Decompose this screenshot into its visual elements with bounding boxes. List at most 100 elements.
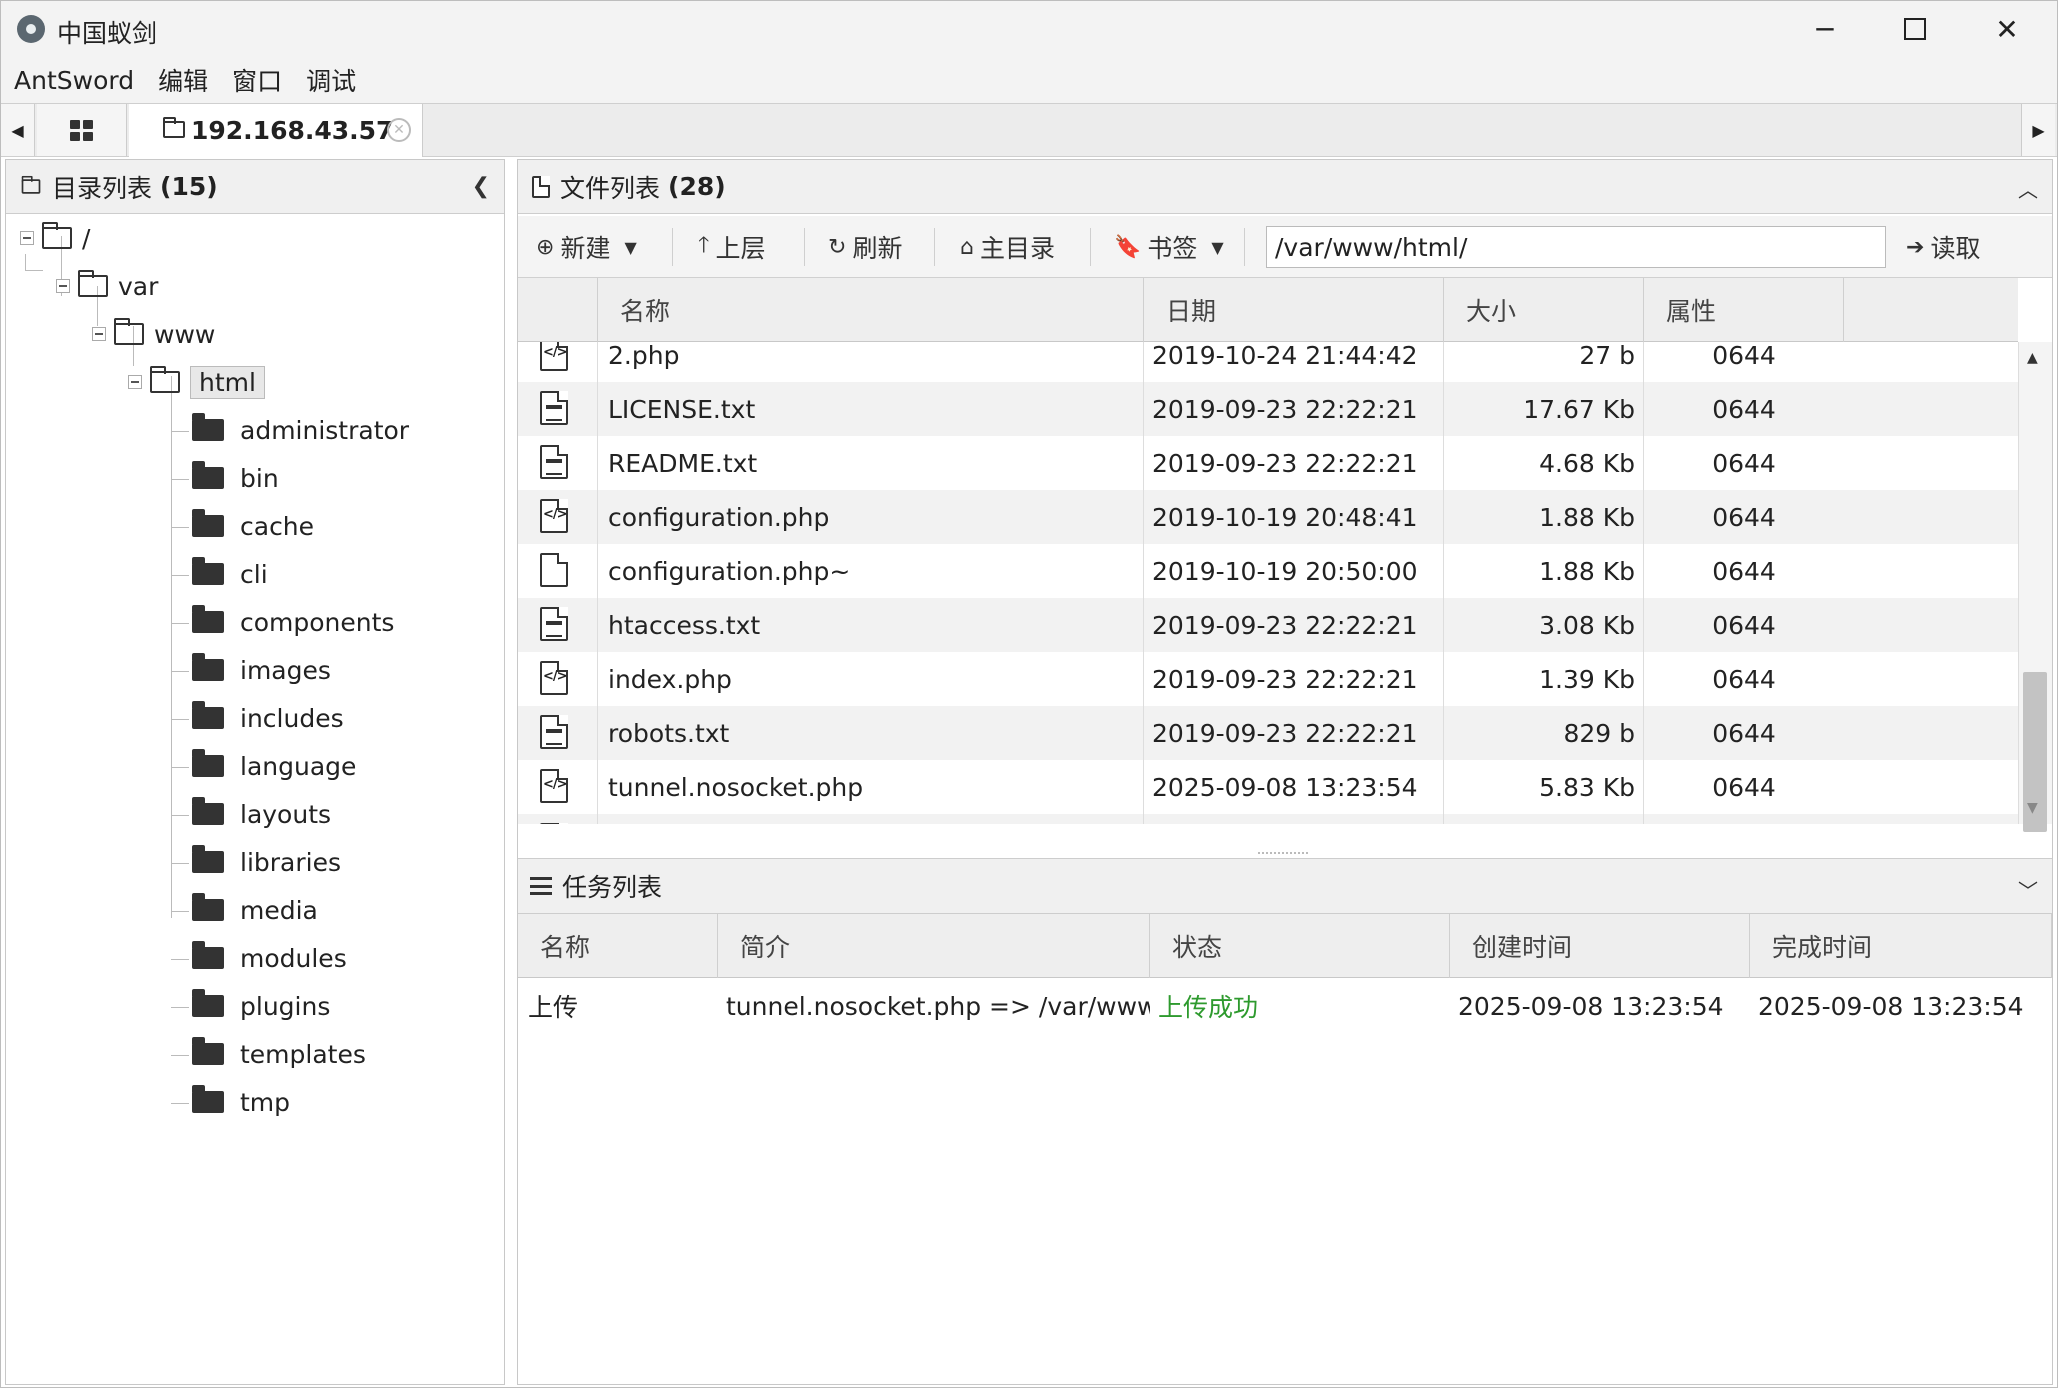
folder-icon xyxy=(192,893,224,921)
collapse-toggle-icon[interactable] xyxy=(20,231,34,245)
tree-node-cli[interactable]: cli xyxy=(192,554,268,594)
tab-scroll-left-button[interactable]: ◀ xyxy=(1,104,35,156)
file-row[interactable]: index.php2019-09-23 22:22:211.39 Kb 0644 xyxy=(518,652,2018,706)
file-row[interactable]: tunnel.nosocket.php2025-09-08 13:23:545.… xyxy=(518,760,2018,814)
tree-node-label: components xyxy=(240,607,395,637)
tree-node-html[interactable]: html xyxy=(128,362,265,402)
task-column-header-finished[interactable]: 完成时间 xyxy=(1750,914,2052,978)
scroll-up-icon[interactable]: ▲ xyxy=(2027,350,2038,366)
file-name: web.config.txt xyxy=(598,814,1144,824)
file-row[interactable]: configuration.php~ 2019-10-19 20:50:00 1.8… xyxy=(518,544,2018,598)
task-column-header-name[interactable]: 名称 xyxy=(518,914,718,978)
tree-node-administrator[interactable]: administrator xyxy=(192,410,409,450)
file-row[interactable]: README.txt 2019-09-23 22:22:21 4.68 Kb 0644 xyxy=(518,436,2018,490)
new-button[interactable]: ⊕ 新建 ▼ xyxy=(536,216,637,278)
task-column-header-desc[interactable]: 简介 xyxy=(718,914,1150,978)
column-header-size[interactable]: 大小 xyxy=(1444,278,1644,342)
file-icon-cell xyxy=(518,490,598,544)
read-button[interactable]: ➔ 读取 xyxy=(1906,216,1980,278)
tree-node-tmp[interactable]: tmp xyxy=(192,1082,290,1122)
tree-node-root[interactable]: / xyxy=(20,218,90,258)
file-size: 1.88 Kb xyxy=(1444,544,1644,598)
task-column-header-created[interactable]: 创建时间 xyxy=(1450,914,1750,978)
folder-icon xyxy=(163,117,185,138)
tab-scroll-right-button[interactable]: ▶ xyxy=(2021,104,2055,156)
file-row[interactable]: htaccess.txt 2019-09-23 22:22:21 3.08 Kb 06… xyxy=(518,598,2018,652)
column-header-date[interactable]: 日期 xyxy=(1144,278,1444,342)
tree-node-components[interactable]: components xyxy=(192,602,394,642)
file-date: 2019-09-23 22:22:21 xyxy=(1144,436,1444,490)
tree-node-bin[interactable]: bin xyxy=(192,458,279,498)
menu-edit[interactable]: 编辑 xyxy=(158,62,208,98)
task-column-header-status[interactable]: 状态 xyxy=(1150,914,1450,978)
column-header-name[interactable]: 名称 xyxy=(598,278,1144,342)
app-window: 中国蚁剑 ─ ✕ AntSword 编辑 窗口 调试 ◀ 192.168.43.… xyxy=(0,0,2058,1388)
tab-bar: ◀ 192.168.43.57 ✕ ▶ xyxy=(1,103,2057,157)
folder-icon xyxy=(192,941,224,969)
file-attr: 0644 xyxy=(1644,814,1844,824)
tree-node-label: www xyxy=(154,319,216,349)
menu-antsword[interactable]: AntSword xyxy=(14,66,134,95)
tab-close-icon[interactable]: ✕ xyxy=(387,118,411,142)
scroll-down-icon[interactable]: ▼ xyxy=(2027,800,2038,816)
menu-window[interactable]: 窗口 xyxy=(232,62,282,98)
file-size: 4.68 Kb xyxy=(1444,436,1644,490)
file-row[interactable]: web.config.txt2019-09-23 22:22:211.82 Kb… xyxy=(518,814,2018,824)
tree-node-modules[interactable]: modules xyxy=(192,938,347,978)
file-scrollbar[interactable]: ▲ ▼ xyxy=(2018,342,2052,832)
code-file-icon xyxy=(540,342,568,371)
task-grid-header: 名称 简介 状态 创建时间 完成时间 xyxy=(518,914,2052,978)
file-row[interactable]: LICENSE.txt 2019-09-23 22:22:21 17.67 Kb 06… xyxy=(518,382,2018,436)
tree-node-media[interactable]: media xyxy=(192,890,318,930)
window-title: 中国蚁剑 xyxy=(57,19,158,48)
collapse-toggle-icon[interactable] xyxy=(92,327,106,341)
collapse-toggle-icon[interactable] xyxy=(128,375,142,389)
file-row[interactable]: 2.php2019-10-24 21:44:4227 b 0644 xyxy=(518,342,2018,382)
tree-node-www[interactable]: www xyxy=(92,314,215,354)
file-icon-cell xyxy=(518,544,598,598)
maximize-button[interactable] xyxy=(1871,1,1959,57)
file-date: 2019-09-23 22:22:21 xyxy=(1144,814,1444,824)
path-input[interactable]: /var/www/html/ xyxy=(1266,226,1886,268)
tree-node-layouts[interactable]: layouts xyxy=(192,794,331,834)
tree-node-images[interactable]: images xyxy=(192,650,331,690)
collapse-toggle-icon[interactable] xyxy=(56,279,70,293)
bookmark-button[interactable]: 🔖 书签 ▼ xyxy=(1114,216,1224,278)
resize-grip[interactable] xyxy=(1258,852,1308,856)
file-icon-cell xyxy=(518,342,598,382)
tree-node-label: cli xyxy=(240,559,268,589)
tree-node-includes[interactable]: includes xyxy=(192,698,344,738)
folder-open-icon xyxy=(42,222,72,249)
blank-file-icon xyxy=(540,553,568,587)
refresh-button[interactable]: ↻ 刷新 xyxy=(828,216,902,278)
text-file-icon xyxy=(540,445,568,479)
tree-node-label: bin xyxy=(240,463,279,493)
task-row[interactable]: 上传 tunnel.nosocket.php => /var/www/html/… xyxy=(518,978,2052,1034)
collapse-up-icon[interactable]: ︿ xyxy=(2018,174,2038,203)
file-row[interactable]: robots.txt 2019-09-23 22:22:21 829 b 0644 xyxy=(518,706,2018,760)
menu-debug[interactable]: 调试 xyxy=(306,62,356,98)
up-button-label: 上层 xyxy=(715,234,766,263)
list-icon xyxy=(530,877,552,895)
file-grid-header: 名称 日期 大小 属性 xyxy=(518,278,2018,342)
tree-node-language[interactable]: language xyxy=(192,746,356,786)
column-header-attr[interactable]: 属性 xyxy=(1644,278,1844,342)
collapse-left-icon[interactable]: ❮ xyxy=(472,174,490,199)
up-button[interactable]: 🡑 上层 xyxy=(698,216,765,278)
tab-home[interactable] xyxy=(37,104,127,156)
tree-node-plugins[interactable]: plugins xyxy=(192,986,330,1026)
close-button[interactable]: ✕ xyxy=(1963,1,2051,57)
panel-splitter[interactable] xyxy=(509,159,515,1385)
tree-node-templates[interactable]: templates xyxy=(192,1034,366,1074)
tab-connection[interactable]: 192.168.43.57 ✕ xyxy=(129,104,423,157)
tree-node-cache[interactable]: cache xyxy=(192,506,314,546)
home-button[interactable]: ⌂ 主目录 xyxy=(960,216,1055,278)
file-icon-cell xyxy=(518,382,598,436)
tree-node-var[interactable]: var xyxy=(56,266,158,306)
home-icon: ⌂ xyxy=(960,234,974,260)
file-icon-cell xyxy=(518,706,598,760)
minimize-button[interactable]: ─ xyxy=(1781,1,1869,57)
file-row[interactable]: configuration.php2019-10-19 20:48:411.88… xyxy=(518,490,2018,544)
tree-node-libraries[interactable]: libraries xyxy=(192,842,341,882)
collapse-down-icon[interactable]: ﹀ xyxy=(2018,875,2038,904)
